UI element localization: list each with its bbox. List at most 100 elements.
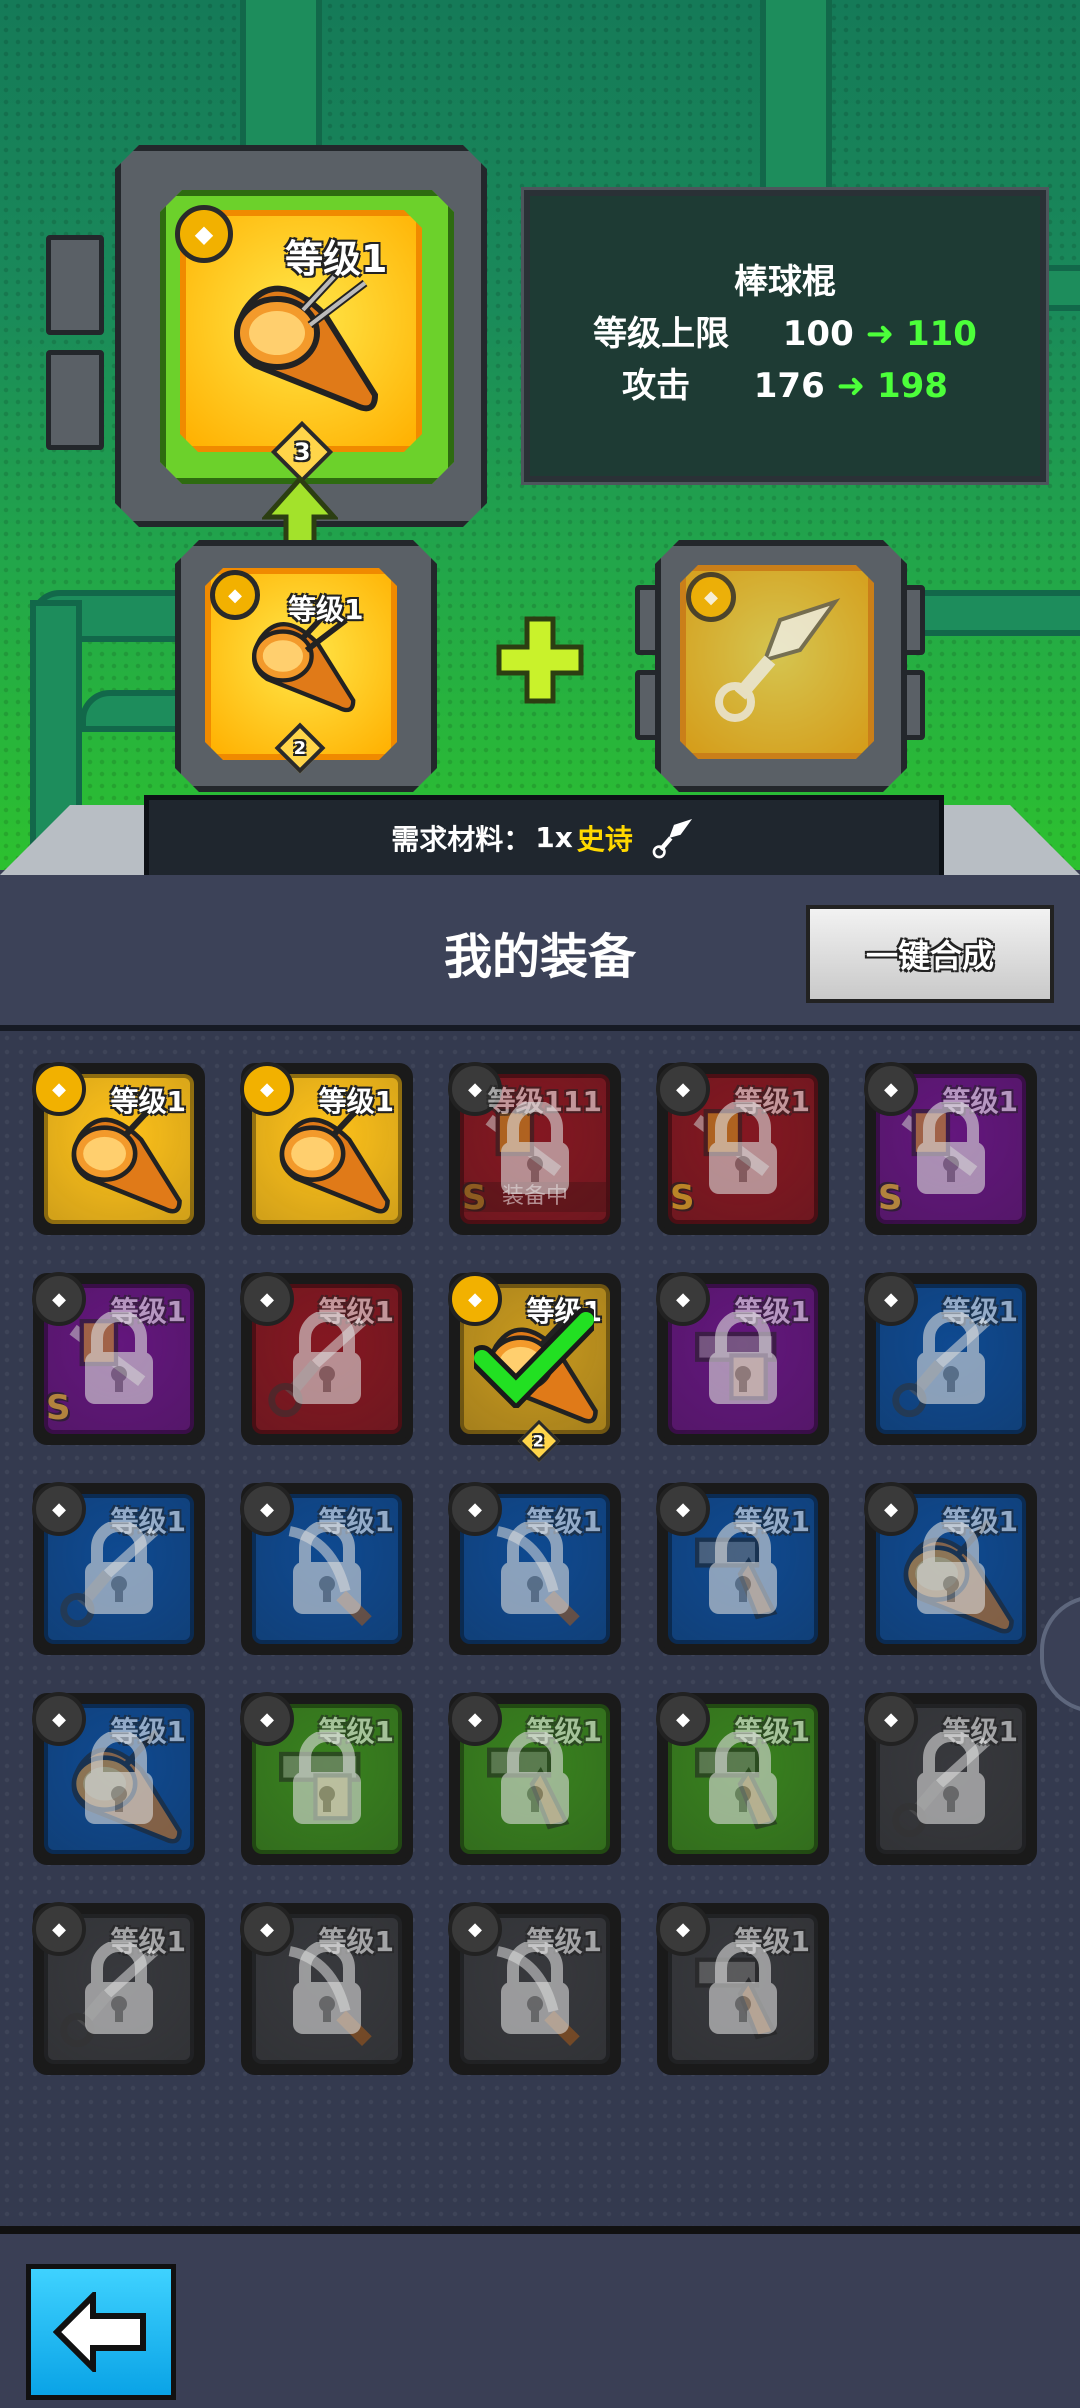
weapon-type-badge-icon: ◆ — [656, 1272, 710, 1326]
result-level-label: 等级1 — [285, 237, 388, 281]
inventory-item[interactable]: ◆ 等级1 — [656, 1272, 829, 1445]
inventory-item[interactable]: ◆ 等级1 — [656, 1902, 829, 2075]
lock-icon — [912, 1100, 990, 1202]
inventory-item[interactable]: ◆ 等级1 — [864, 1482, 1037, 1655]
lock-icon — [704, 1100, 782, 1202]
background-pipe — [760, 0, 832, 212]
requirement-count: 1x — [535, 821, 573, 854]
level-cap-from: 100 — [782, 314, 854, 354]
grade-s-badge: S — [46, 1388, 71, 1428]
weapon-type-badge-icon: ◆ — [864, 1062, 918, 1116]
checkmark-icon — [474, 1308, 594, 1408]
base-level-label: 等级1 — [288, 593, 364, 626]
weapon-type-badge-icon: ◆ — [32, 1692, 86, 1746]
lock-icon — [704, 1310, 782, 1412]
inventory-grid: ◆等级1◆等级1◆S装备中等级111◆S等级1◆S等级1◆S等级1◆等级1◆等级… — [0, 1031, 1080, 2226]
back-button[interactable] — [26, 2264, 176, 2400]
level-cap-to: 110 — [905, 314, 977, 354]
frame-stub — [46, 350, 104, 450]
lock-icon — [288, 1940, 366, 2042]
weapon-type-badge-icon: ◆ — [656, 1692, 710, 1746]
grade-s-badge: S — [670, 1178, 695, 1218]
item-level-label: 等级1 — [318, 1085, 394, 1118]
inventory-item[interactable]: ◆ 等级1 — [656, 1482, 829, 1655]
lock-icon — [912, 1520, 990, 1622]
weapon-type-badge-icon: ◆ — [32, 1482, 86, 1536]
item-star-count: 2 — [533, 1431, 545, 1451]
grade-s-badge: S — [878, 1178, 903, 1218]
weapon-type-badge-icon: ◆ — [864, 1272, 918, 1326]
inventory-header: 我的装备 一键合成 — [0, 875, 1080, 1031]
weapon-type-badge-icon: ◆ — [656, 1482, 710, 1536]
footer-bar — [0, 2226, 1080, 2408]
one-click-combine-button[interactable]: 一键合成 — [806, 905, 1054, 1003]
base-star-count: 2 — [293, 737, 307, 759]
attack-to: 198 — [876, 366, 948, 406]
weapon-info-panel: 棒球棍 等级上限 100 ➜ 110 攻击 176 ➜ 198 — [521, 187, 1049, 485]
background-pipe — [900, 590, 1080, 636]
level-cap-label: 等级上限 — [593, 314, 730, 354]
requirement-rarity: 史诗 — [576, 822, 633, 856]
lock-icon — [496, 1940, 574, 2042]
weapon-type-badge-icon: ◆ — [175, 205, 233, 263]
inventory-item[interactable]: ◆ 等级1 — [32, 1902, 205, 2075]
lock-icon — [496, 1520, 574, 1622]
lock-icon — [80, 1730, 158, 1832]
requirement-bar: 需求材料： 1x 史诗 — [144, 795, 944, 880]
attack-label: 攻击 — [622, 366, 691, 406]
lock-icon — [80, 1310, 158, 1412]
inventory-item[interactable]: ◆ 等级1 — [240, 1692, 413, 1865]
attack-row: 攻击 176 ➜ 198 — [530, 358, 1040, 407]
plus-icon — [496, 616, 584, 704]
inventory-item[interactable]: ◆ 等级1 — [448, 1482, 621, 1655]
arrow-left-icon — [53, 2292, 146, 2372]
lock-icon — [496, 1730, 574, 1832]
lock-icon — [80, 1520, 158, 1622]
weapon-type-badge-icon: ◆ — [240, 1902, 294, 1956]
inventory-item[interactable]: ◆ 等级1 — [240, 1482, 413, 1655]
weapon-type-badge-icon: ◆ — [864, 1482, 918, 1536]
inventory-item[interactable]: ◆ 等级1 — [240, 1902, 413, 2075]
inventory-item[interactable]: ◆ 等级1 — [32, 1692, 205, 1865]
weapon-type-badge-icon: ◆ — [210, 570, 260, 620]
weapon-type-badge-icon: ◆ — [32, 1902, 86, 1956]
inventory-item[interactable]: ◆ 等级1 — [240, 1272, 413, 1445]
level-cap-row: 等级上限 100 ➜ 110 — [530, 306, 1040, 355]
inventory-item[interactable]: ◆ 等级1 — [32, 1482, 205, 1655]
weapon-type-badge-icon: ◆ — [448, 1902, 502, 1956]
inventory-item[interactable]: ◆ 等级1 2 — [448, 1272, 621, 1463]
arrow-right-icon: ➜ — [865, 314, 895, 354]
inventory-item[interactable]: ◆ 等级1 — [448, 1902, 621, 2075]
inventory-item[interactable]: ◆ S 等级1 — [656, 1062, 829, 1235]
inventory-item[interactable]: ◆S装备中等级111 — [448, 1062, 621, 1235]
weapon-type-badge-icon: ◆ — [240, 1272, 294, 1326]
weapon-type-badge-icon: ◆ — [686, 572, 736, 622]
weapon-type-badge-icon: ◆ — [656, 1902, 710, 1956]
weapon-type-badge-icon: ◆ — [864, 1692, 918, 1746]
inventory-item[interactable]: ◆ 等级1 — [32, 1062, 205, 1235]
inventory-item[interactable]: ◆ 等级1 — [448, 1692, 621, 1865]
upgrade-panel: ◆ 等级1 3 ◆ 等级1 2 ◆ 棒球棍 等级上限 100 ➜ 110 攻击 … — [0, 0, 1080, 880]
result-star-count: 3 — [293, 437, 311, 466]
lock-icon — [912, 1730, 990, 1832]
requirement-label: 需求材料： — [391, 822, 532, 856]
lock-icon — [704, 1730, 782, 1832]
inventory-item[interactable]: ◆ 等级1 — [240, 1062, 413, 1235]
inventory-item[interactable]: ◆ 等级1 — [864, 1272, 1037, 1445]
lock-icon — [80, 1940, 158, 2042]
weapon-type-badge-icon: ◆ — [240, 1692, 294, 1746]
inventory-item[interactable]: ◆ S 等级1 — [864, 1062, 1037, 1235]
weapon-type-badge-icon: ◆ — [240, 1062, 294, 1116]
lock-icon — [704, 1940, 782, 2042]
weapon-name: 棒球棍 — [734, 262, 836, 302]
inventory-item[interactable]: ◆ S 等级1 — [32, 1272, 205, 1445]
inventory-item[interactable]: ◆ 等级1 — [656, 1692, 829, 1865]
arrow-right-icon: ➜ — [836, 366, 866, 406]
kunai-icon — [652, 818, 692, 858]
inventory-item[interactable]: ◆ 等级1 — [864, 1692, 1037, 1865]
attack-from: 176 — [753, 366, 825, 406]
weapon-type-badge-icon: ◆ — [32, 1062, 86, 1116]
lock-icon — [496, 1100, 574, 1202]
weapon-type-badge-icon: ◆ — [448, 1482, 502, 1536]
item-level-label: 等级1 — [110, 1085, 186, 1118]
